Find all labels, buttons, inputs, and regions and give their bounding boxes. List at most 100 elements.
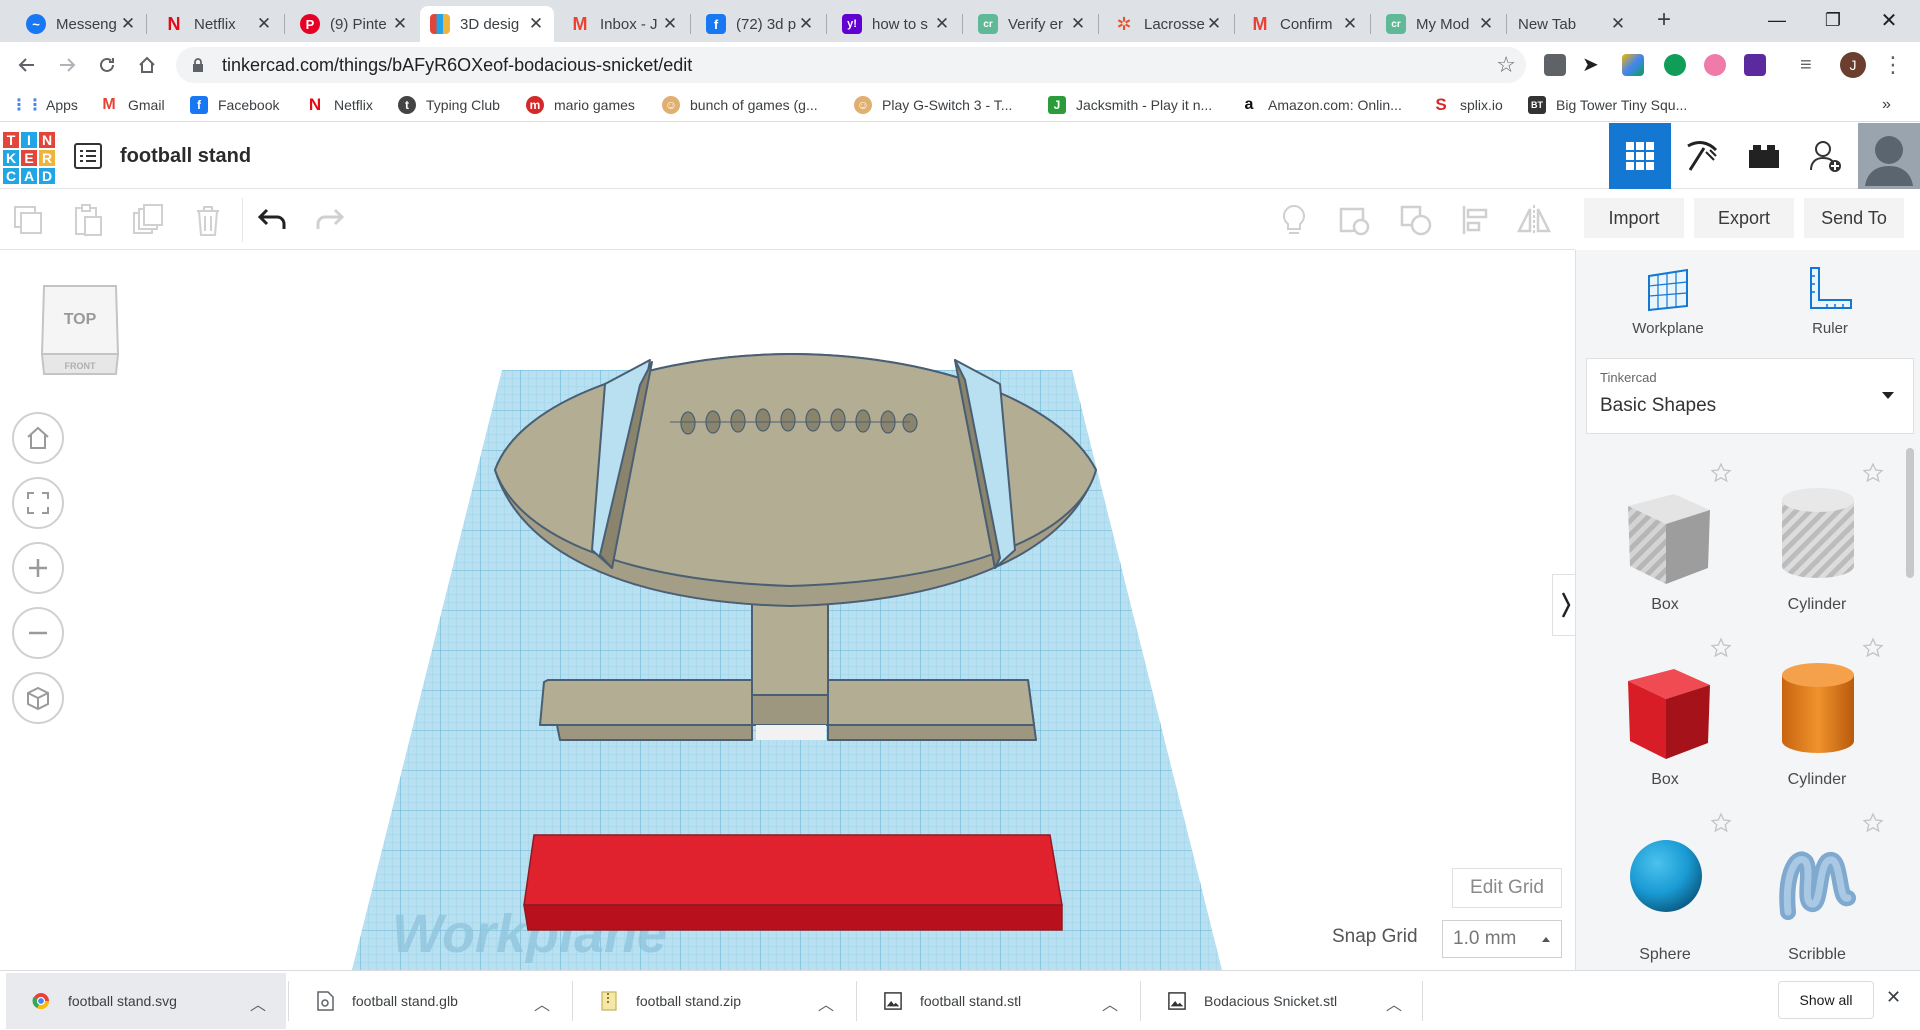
shape-scribble[interactable]: Scribble (1742, 810, 1892, 970)
browser-tab[interactable]: M Confirm ✕ (1240, 6, 1368, 42)
design-list-icon[interactable] (74, 143, 102, 169)
chevron-up-icon[interactable]: ︿ (818, 991, 834, 1015)
browser-tab[interactable]: ✲ Lacrosse ✕ (1104, 6, 1232, 42)
extension-purple-icon[interactable] (1744, 54, 1766, 76)
browser-tab[interactable]: cr My Mod ✕ (1376, 6, 1504, 42)
browser-tab[interactable]: P (9) Pinte ✕ (290, 6, 418, 42)
perspective-button[interactable] (12, 672, 64, 724)
show-all-downloads-button[interactable]: Show all (1778, 981, 1874, 1019)
favorite-star-icon[interactable] (1862, 462, 1884, 484)
notes-button[interactable] (1274, 200, 1314, 240)
browser-tab[interactable]: cr Verify er ✕ (968, 6, 1096, 42)
view-cube[interactable]: TOP FRONT (38, 280, 122, 385)
red-box-model[interactable] (523, 834, 1063, 931)
browser-tab[interactable]: f (72) 3d p ✕ (696, 6, 824, 42)
close-tab-icon[interactable]: ✕ (120, 14, 136, 34)
close-tab-icon[interactable]: ✕ (798, 14, 814, 34)
bookmark-g-switch[interactable]: ☺ Play G-Switch 3 - T... (854, 94, 1012, 116)
extension-green-icon[interactable] (1664, 54, 1686, 76)
extension-facebook-icon[interactable] (1544, 54, 1566, 76)
bookmark-amazon[interactable]: a Amazon.com: Onlin... (1240, 94, 1402, 116)
shapes-scrollbar[interactable] (1906, 448, 1914, 578)
back-button[interactable] (12, 50, 42, 80)
minimize-button[interactable]: — (1750, 0, 1804, 40)
bricks-view-button[interactable] (1733, 123, 1795, 189)
chevron-up-icon[interactable]: ︿ (534, 991, 550, 1015)
browser-tab[interactable]: y! how to s ✕ (832, 6, 960, 42)
browser-tab[interactable]: ~ Messeng ✕ (16, 6, 146, 42)
ruler-tool[interactable]: Ruler (1770, 266, 1890, 337)
share-user-button[interactable] (1795, 123, 1857, 189)
browser-tab-active[interactable]: 3D desig ✕ (420, 6, 554, 42)
user-avatar[interactable] (1858, 123, 1920, 189)
chrome-menu-icon[interactable]: ⋮ (1882, 54, 1904, 76)
close-tab-icon[interactable]: ✕ (1206, 14, 1222, 34)
download-item[interactable]: Bodacious Snicket.stl ︿ (1142, 973, 1422, 1029)
extension-cube-icon[interactable] (1622, 54, 1644, 76)
chevron-up-icon[interactable]: ︿ (1102, 991, 1118, 1015)
forward-button[interactable] (52, 50, 82, 80)
shape-library-dropdown[interactable]: Tinkercad Basic Shapes (1586, 358, 1914, 434)
close-tab-icon[interactable]: ✕ (256, 14, 272, 34)
import-button[interactable]: Import (1584, 198, 1684, 238)
bookmark-splix[interactable]: S splix.io (1432, 94, 1503, 116)
favorite-star-icon[interactable] (1862, 812, 1884, 834)
address-bar[interactable]: tinkercad.com/things/bAFyR6OXeof-bodacio… (176, 47, 1526, 83)
copy-button[interactable] (8, 200, 48, 240)
favorite-star-icon[interactable] (1862, 637, 1884, 659)
bookmark-facebook[interactable]: f Facebook (190, 94, 279, 116)
workplane-canvas[interactable]: Workplane (0, 250, 1575, 970)
more-bookmarks-icon[interactable]: » (1882, 94, 1891, 116)
shape-box-red[interactable]: Box (1590, 635, 1740, 805)
download-item[interactable]: football stand.glb ︿ (290, 973, 570, 1029)
align-button[interactable] (1456, 200, 1496, 240)
fit-view-button[interactable] (12, 477, 64, 529)
mirror-button[interactable] (1514, 200, 1554, 240)
browser-tab[interactable]: N Netflix ✕ (154, 6, 282, 42)
profile-avatar[interactable]: J (1840, 52, 1866, 78)
zoom-out-button[interactable] (12, 607, 64, 659)
tinkercad-logo[interactable]: T I N K E R C A D (2, 131, 56, 185)
design-workspace[interactable]: Workplane TOP FRONT Edit Grid Snap Grid … (0, 250, 1575, 970)
undo-button[interactable] (252, 200, 292, 240)
export-button[interactable]: Export (1694, 198, 1794, 238)
delete-button[interactable] (188, 200, 228, 240)
close-downloads-icon[interactable]: ✕ (1886, 987, 1901, 1008)
bookmark-big-tower[interactable]: BT Big Tower Tiny Squ... (1528, 94, 1687, 116)
close-tab-icon[interactable]: ✕ (392, 14, 408, 34)
close-tab-icon[interactable]: ✕ (528, 14, 544, 34)
home-view-button[interactable] (12, 412, 64, 464)
collapse-panel-button[interactable] (1552, 574, 1575, 636)
shape-box-gray[interactable]: Box (1590, 460, 1740, 630)
close-tab-icon[interactable]: ✕ (934, 14, 950, 34)
design-title[interactable]: football stand (120, 145, 251, 168)
browser-tab[interactable]: M Inbox - J ✕ (560, 6, 688, 42)
download-item[interactable]: football stand.svg ︿ (6, 973, 286, 1029)
minecraft-view-button[interactable] (1671, 123, 1733, 189)
3d-design-view-button[interactable] (1609, 123, 1671, 189)
ungroup-button[interactable] (1396, 200, 1436, 240)
shape-cylinder-gray[interactable]: Cylinder (1742, 460, 1892, 630)
download-item[interactable]: football stand.zip ︿ (574, 973, 854, 1029)
bookmark-bunch-of-games[interactable]: ☺ bunch of games (g... (662, 94, 818, 116)
download-item[interactable]: football stand.stl ︿ (858, 973, 1138, 1029)
group-button[interactable] (1334, 200, 1374, 240)
bookmark-netflix[interactable]: N Netflix (306, 94, 373, 116)
media-control-icon[interactable]: ≡ (1800, 54, 1822, 76)
new-tab-button[interactable]: + (1640, 0, 1688, 40)
bookmark-jacksmith[interactable]: J Jacksmith - Play it n... (1048, 94, 1212, 116)
close-tab-icon[interactable]: ✕ (662, 14, 678, 34)
chevron-up-icon[interactable]: ︿ (1386, 991, 1402, 1015)
close-tab-icon[interactable]: ✕ (1478, 14, 1494, 34)
workplane-tool[interactable]: Workplane (1608, 266, 1728, 337)
home-button[interactable] (132, 50, 162, 80)
extension-pink-icon[interactable] (1704, 54, 1726, 76)
bookmark-star-icon[interactable]: ☆ (1496, 52, 1516, 78)
shape-sphere[interactable]: Sphere (1590, 810, 1740, 970)
browser-tab[interactable]: New Tab ✕ (1508, 6, 1636, 42)
duplicate-button[interactable] (128, 200, 168, 240)
send-to-button[interactable]: Send To (1804, 198, 1904, 238)
shape-cylinder-orange[interactable]: Cylinder (1742, 635, 1892, 805)
close-tab-icon[interactable]: ✕ (1610, 14, 1626, 34)
snap-grid-select[interactable]: 1.0 mm (1442, 920, 1562, 958)
